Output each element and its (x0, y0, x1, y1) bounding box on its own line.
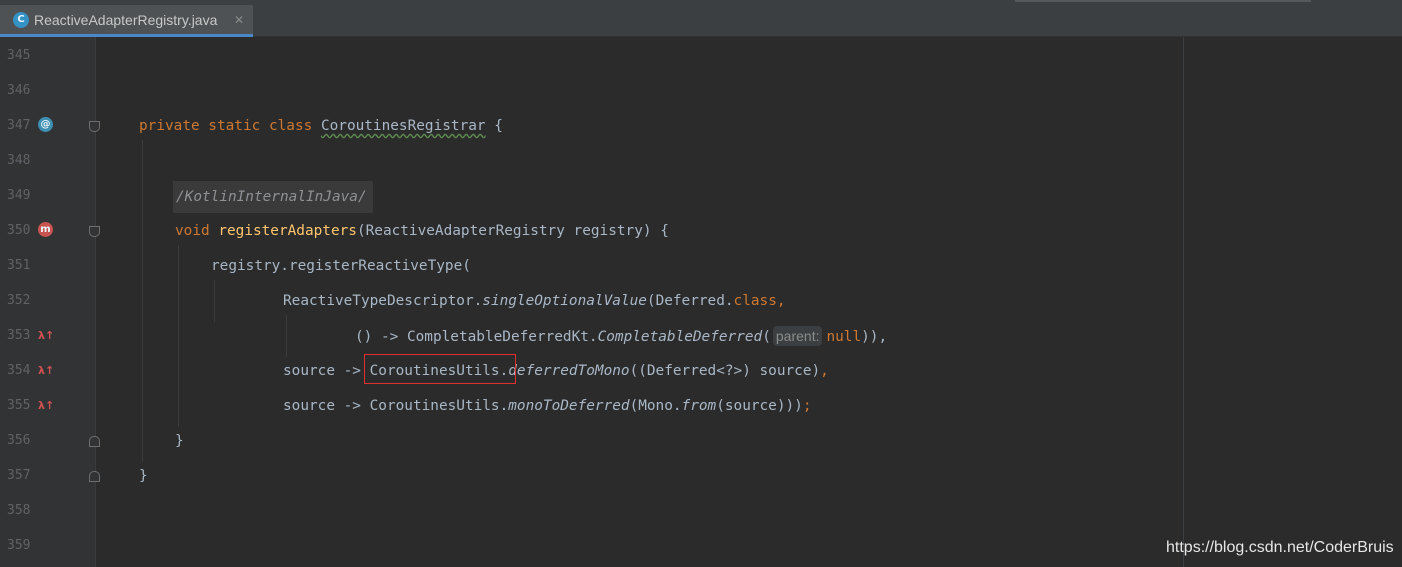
code-text: () -> CompletableDeferredKt. (355, 329, 598, 345)
tab-bar-scroll-indicator (1015, 0, 1311, 2)
lambda-icon[interactable]: λ↑ (38, 364, 54, 378)
line-number: 358 (7, 503, 31, 518)
parameter-hint: parent: (772, 326, 823, 346)
indent-guide (214, 280, 215, 322)
lambda-icon[interactable]: λ↑ (38, 399, 54, 413)
line-number: 351 (7, 258, 31, 273)
keyword: void (175, 223, 219, 239)
line-number: 352 (7, 293, 31, 308)
class-name[interactable]: CoroutinesRegistrar (321, 118, 486, 134)
indent-guide (286, 315, 287, 357)
fold-marker-icon[interactable] (89, 436, 100, 447)
fold-marker-icon[interactable] (89, 226, 100, 237)
line-number: 346 (7, 83, 31, 98)
line-number: 350 (7, 223, 31, 238)
code-text: )), (861, 329, 888, 345)
static-method-call[interactable]: from (682, 398, 717, 414)
static-method-call[interactable]: CompletableDeferred (598, 329, 763, 345)
method-name[interactable]: registerAdapters (218, 223, 357, 239)
line-number: 354 (7, 363, 31, 378)
semicolon: ; (802, 398, 812, 414)
code-line-357: } (139, 468, 148, 484)
code-text: (ReactiveAdapterRegistry registry) { (356, 223, 669, 239)
fold-marker-icon[interactable] (89, 121, 100, 132)
line-number: 356 (7, 433, 31, 448)
static-method-call[interactable]: singleOptionalValue (482, 293, 647, 309)
indent-guide (178, 245, 179, 427)
close-icon[interactable]: ✕ (234, 11, 244, 29)
code-line-352: ReactiveTypeDescriptor.singleOptionalVal… (283, 291, 786, 311)
code-text: ReactiveTypeDescriptor. (283, 293, 483, 309)
code-line-353: () -> CompletableDeferredKt.CompletableD… (355, 326, 887, 347)
tab-reactive-adapter-registry[interactable]: C ReactiveAdapterRegistry.java ✕ (0, 5, 253, 37)
annotation-highlight: /KotlinInternalInJava/ (173, 181, 373, 213)
editor-tab-bar: C ReactiveAdapterRegistry.java ✕ (0, 0, 1402, 37)
line-number: 347 (7, 118, 31, 133)
lambda-icon[interactable]: λ↑ (38, 329, 54, 343)
static-method-call[interactable]: monoToDeferred (508, 398, 629, 414)
code-text: (Deferred. (646, 293, 734, 309)
comma: , (820, 363, 829, 379)
highlight-box (364, 354, 516, 384)
line-number: 348 (7, 153, 31, 168)
keyword: class (733, 293, 777, 309)
code-text: ((Deferred<?>) source) (629, 363, 821, 379)
implemented-method-icon[interactable]: m (38, 222, 53, 237)
code-line-347: private static class CoroutinesRegistrar… (139, 116, 503, 136)
code-text: source -> (283, 363, 370, 379)
tab-title: ReactiveAdapterRegistry.java (34, 12, 218, 28)
line-number: 359 (7, 538, 31, 553)
keyword: null (826, 329, 862, 345)
fold-marker-icon[interactable] (89, 471, 100, 482)
watermark: https://blog.csdn.net/CoderBruis (1166, 539, 1394, 556)
code-text: (source))) (716, 398, 803, 414)
code-line-355: source -> CoroutinesUtils.monoToDeferred… (283, 396, 812, 416)
code-text: { (485, 118, 503, 134)
line-number: 355 (7, 398, 31, 413)
code-text: (Mono. (629, 398, 682, 414)
code-line-351: registry.registerReactiveType( (211, 258, 471, 274)
comma: , (776, 293, 786, 309)
annotation-text: /KotlinInternalInJava/ (176, 189, 367, 205)
code-line-356: } (175, 433, 184, 449)
indent-guide (142, 140, 143, 462)
code-line-350: void registerAdapters(ReactiveAdapterReg… (175, 221, 669, 241)
line-number: 353 (7, 328, 31, 343)
java-class-icon: C (13, 12, 29, 28)
implemented-class-icon[interactable]: @ (38, 117, 53, 132)
keyword: private static class (139, 118, 321, 134)
line-number: 345 (7, 48, 31, 63)
static-method-call[interactable]: deferredToMono (508, 363, 629, 379)
code-text: ( (762, 329, 771, 345)
line-number: 357 (7, 468, 31, 483)
right-margin-guide (1183, 37, 1184, 567)
code-text: source -> CoroutinesUtils. (283, 398, 509, 414)
line-number: 349 (7, 188, 31, 203)
